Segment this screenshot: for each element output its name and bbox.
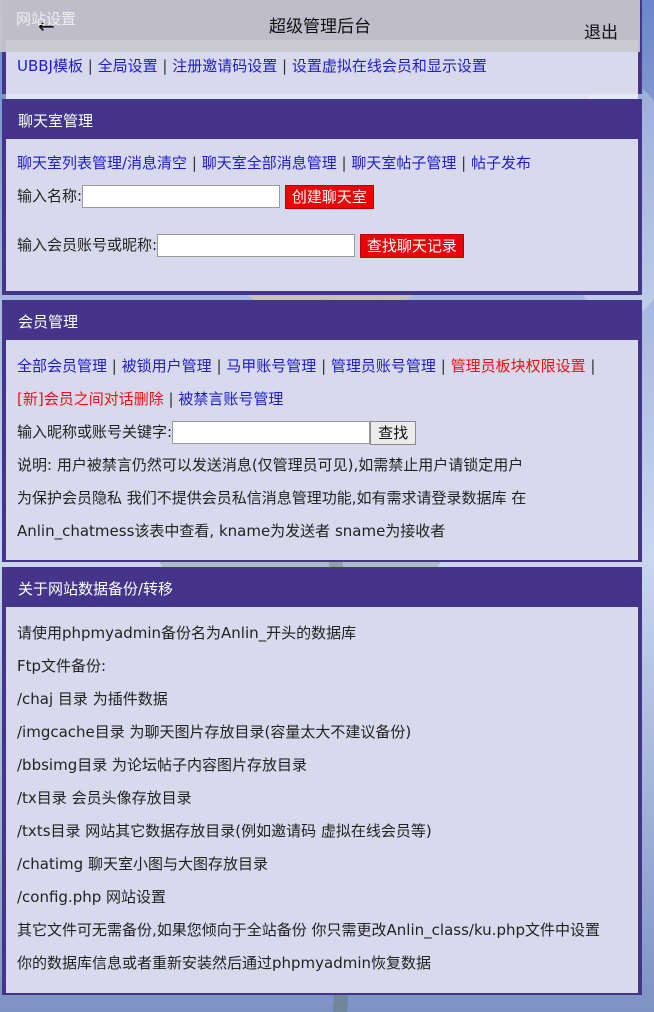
member-search-label: 输入昵称或账号关键字:	[17, 423, 173, 441]
backup-line: /chaj 目录 为插件数据	[17, 690, 168, 708]
link-chat-posts[interactable]: 聊天室帖子管理	[351, 154, 456, 172]
create-chat-row: 输入名称: 创建聊天室	[17, 180, 628, 213]
create-chat-button[interactable]: 创建聊天室	[284, 184, 374, 209]
member-search-button[interactable]: 查找	[370, 420, 417, 445]
link-admin-accounts[interactable]: 管理员账号管理	[331, 357, 436, 375]
members-panel-title: 会员管理	[18, 313, 79, 331]
member-search-input[interactable]	[172, 421, 371, 444]
backup-line: /txts目录 网站其它数据存放目录(例如邀请码 虚拟在线会员等)	[17, 822, 432, 840]
separator: |	[341, 154, 347, 172]
separator: |	[111, 357, 117, 375]
backup-line: 你的数据库信息或者重新安装然后通过phpmyadmin恢复数据	[17, 954, 432, 972]
backup-panel-title: 关于网站数据备份/转移	[18, 580, 174, 598]
chat-name-label: 输入名称:	[17, 187, 83, 205]
link-global-settings[interactable]: 全局设置	[98, 57, 158, 75]
link-chat-all-messages[interactable]: 聊天室全部消息管理	[202, 154, 337, 172]
chat-panel-title: 聊天室管理	[18, 112, 94, 130]
link-virtual-online-settings[interactable]: 设置虚拟在线会员和显示设置	[292, 57, 487, 75]
link-locked-users[interactable]: 被锁用户管理	[122, 357, 212, 375]
members-panel: 会员管理 全部会员管理 | 被锁用户管理 | 马甲账号管理 | 管理员账号管理 …	[2, 300, 642, 562]
backup-panel: 关于网站数据备份/转移 请使用phpmyadmin备份名为Anlin_开头的数据…	[2, 567, 642, 995]
chat-panel: 聊天室管理 聊天室列表管理/消息清空 | 聊天室全部消息管理 | 聊天室帖子管理…	[2, 99, 642, 295]
chat-links: 聊天室列表管理/消息清空 | 聊天室全部消息管理 | 聊天室帖子管理 | 帖子发…	[17, 147, 628, 180]
member-links-row2: [新]会员之间对话删除 | 被禁言账号管理	[17, 383, 628, 416]
separator: |	[168, 390, 174, 408]
link-admin-board-permissions[interactable]: 管理员板块权限设置	[451, 357, 586, 375]
separator: |	[216, 357, 222, 375]
site-settings-header-label: 网站设置	[16, 10, 77, 28]
member-note-3: Anlin_chatmess该表中查看, kname为发送者 sname为接收者	[17, 522, 446, 540]
find-chat-records-button[interactable]: 查找聊天记录	[359, 233, 464, 258]
chat-panel-body: 聊天室列表管理/消息清空 | 聊天室全部消息管理 | 聊天室帖子管理 | 帖子发…	[6, 139, 638, 291]
backup-line: Ftp文件备份:	[17, 657, 107, 675]
find-chat-row: 输入会员账号或昵称: 查找聊天记录	[17, 229, 628, 262]
separator: |	[590, 357, 596, 375]
link-post-publish[interactable]: 帖子发布	[471, 154, 531, 172]
members-panel-body: 全部会员管理 | 被锁用户管理 | 马甲账号管理 | 管理员账号管理 | 管理员…	[6, 340, 638, 560]
link-alt-accounts[interactable]: 马甲账号管理	[226, 357, 316, 375]
backup-line: /chatimg 聊天室小图与大图存放目录	[17, 855, 268, 873]
link-all-members[interactable]: 全部会员管理	[17, 357, 107, 375]
top-bar: ← 超级管理后台 退出	[0, 0, 640, 52]
backup-line: 请使用phpmyadmin备份名为Anlin_开头的数据库	[17, 624, 357, 642]
member-account-label: 输入会员账号或昵称:	[17, 236, 158, 254]
separator: |	[87, 57, 93, 75]
link-muted-accounts[interactable]: 被禁言账号管理	[178, 390, 283, 408]
site-settings-links: UBBJ模板 | 全局设置 | 注册邀请码设置 | 设置虚拟在线会员和显示设置	[17, 50, 628, 83]
chat-name-input[interactable]	[82, 185, 281, 208]
backup-line: /tx目录 会员头像存放目录	[17, 789, 192, 807]
member-note-2: 为保护会员隐私 我们不提供会员私信消息管理功能,如有需求请登录数据库 在	[17, 489, 527, 507]
member-search-row: 输入昵称或账号关键字: 查找	[17, 416, 628, 449]
separator: |	[461, 154, 467, 172]
separator: |	[440, 357, 446, 375]
page-title: 超级管理后台	[269, 17, 371, 37]
separator: |	[162, 57, 168, 75]
member-links-row1: 全部会员管理 | 被锁用户管理 | 马甲账号管理 | 管理员账号管理 | 管理员…	[17, 350, 628, 383]
member-note-1: 说明: 用户被禁言仍然可以发送消息(仅管理员可见),如需禁止用户请锁定用户	[17, 456, 524, 474]
backup-line: 其它文件可无需备份,如果您倾向于全站备份 你只需更改Anlin_class/ku…	[17, 921, 600, 939]
member-account-input[interactable]	[157, 234, 356, 257]
backup-line: /bbsimg目录 为论坛帖子内容图片存放目录	[17, 756, 307, 774]
separator: |	[191, 154, 197, 172]
link-invite-code-settings[interactable]: 注册邀请码设置	[172, 57, 277, 75]
backup-panel-body: 请使用phpmyadmin备份名为Anlin_开头的数据库 Ftp文件备份: /…	[6, 607, 638, 993]
backup-line: /imgcache目录 为聊天图片存放目录(容量太大不建议备份)	[17, 723, 412, 741]
link-chat-list[interactable]: 聊天室列表管理/消息清空	[17, 154, 187, 172]
backup-line: /config.php 网站设置	[17, 888, 167, 906]
link-delete-member-conversations[interactable]: [新]会员之间对话删除	[17, 390, 164, 408]
logout-button[interactable]: 退出	[584, 18, 618, 43]
separator: |	[321, 357, 327, 375]
separator: |	[282, 57, 288, 75]
link-ubbj-template[interactable]: UBBJ模板	[17, 57, 83, 75]
